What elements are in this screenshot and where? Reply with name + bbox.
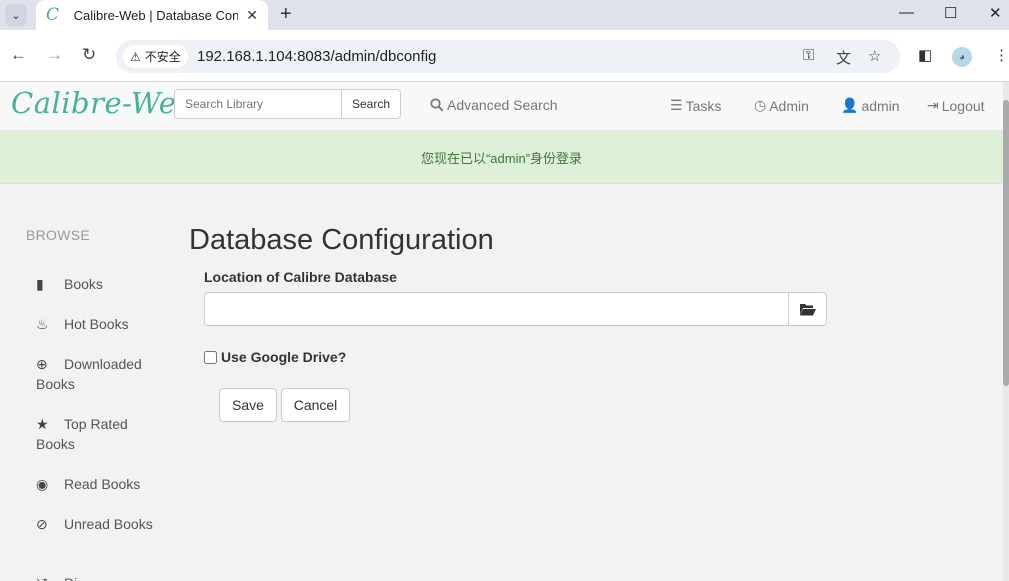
user-label: admin [861,97,900,114]
eye-icon: ◉ [36,476,49,492]
sidebar-item-books[interactable]: ▮ Books [36,274,156,294]
scrollbar-thumb[interactable] [1003,100,1009,386]
random-icon: ⤨ [36,573,64,581]
admin-label: Admin [769,97,809,114]
dashboard-gauge-icon: ◷ [754,97,767,113]
logout-link[interactable]: ⇥ Logout [927,97,985,114]
user-profile-link[interactable]: 👤 admin [841,97,900,114]
more-menu-icon[interactable]: ⋮ [994,46,1009,64]
sidebar-item-top-rated-books[interactable]: ★ Top Rated Books [36,414,156,454]
search-button[interactable]: Search [341,89,401,119]
tasks-link[interactable]: ☰ Tasks [670,97,721,114]
sidebar-item-discover[interactable]: ⤨Di [36,573,156,581]
sidebar-item-label: Read Books [64,476,141,492]
login-success-flash: 您现在已以“admin”身份登录 [0,131,1003,184]
flash-message: 您现在已以“admin”身份登录 [420,150,583,166]
security-label: 不安全 [144,50,181,64]
calibre-db-location-input[interactable] [204,292,789,326]
star-icon: ★ [36,416,49,432]
calibre-web-logo[interactable]: Calibre-Web [11,86,196,120]
tab-title: Calibre-Web | Database Config [73,7,239,23]
eye-slash-icon: ⊘ [36,516,48,532]
browse-folder-button[interactable] [788,292,827,326]
page-title: Database Configuration [189,224,494,256]
address-bar[interactable]: ⚠ 不安全 192.168.1.104:8083/admin/dbconfig … [116,40,900,73]
folder-open-icon [799,304,816,316]
user-icon: 👤 [841,97,859,113]
profile-avatar[interactable]: ◕ [952,47,972,67]
sidebar-browse-heading: BROWSE [26,227,91,243]
fire-icon: ♨ [36,316,49,332]
book-icon: ▮ [36,276,44,292]
cancel-button[interactable]: Cancel [281,388,350,422]
reload-icon[interactable]: ↻ [82,45,96,65]
use-google-drive-option[interactable]: Use Google Drive? [204,349,346,365]
back-arrow-icon[interactable]: ← [10,45,27,65]
password-key-icon[interactable]: ⚿ [803,47,814,64]
advanced-search-link[interactable]: Advanced Search [430,97,558,113]
sidebar-item-unread-books[interactable]: ⊘ Unread Books [36,514,156,534]
translate-icon[interactable]: 文 [836,47,851,68]
sidebar-item-label: Unread Books [64,516,153,532]
warning-triangle-icon: ⚠ [130,49,141,64]
logout-icon: ⇥ [927,97,939,113]
sidebar-item-label: Hot Books [64,316,129,332]
security-chip[interactable]: ⚠ 不安全 [123,45,188,68]
bookmark-star-icon[interactable]: ☆ [868,47,881,65]
forward-arrow-icon[interactable]: → [46,45,63,65]
close-window-icon[interactable]: ✕ [989,4,1002,22]
url-text[interactable]: 192.168.1.104:8083/admin/dbconfig [197,48,436,65]
use-google-drive-checkbox[interactable] [204,350,217,364]
sidebar-item-hot-books[interactable]: ♨ Hot Books [36,314,156,334]
tab-search-chevron-icon[interactable]: ⌄ [5,4,27,26]
maximize-window-icon[interactable]: ☐ [944,4,957,22]
use-google-drive-label: Use Google Drive? [221,349,347,365]
calibre-db-location-label: Location of Calibre Database [204,269,397,285]
search-library-input[interactable] [174,89,342,119]
save-button[interactable]: Save [219,388,277,422]
search-icon [430,98,444,112]
minimize-window-icon[interactable]: — [899,4,914,21]
browser-tabstrip: ⌄ C Calibre-Web | Database Config ✕ + — … [0,0,1009,30]
logout-label: Logout [941,97,985,114]
sidebar-item-read-books[interactable]: ◉ Read Books [36,474,156,494]
side-panel-icon[interactable]: ◧ [918,46,932,64]
close-tab-icon[interactable]: ✕ [246,7,258,24]
advanced-search-label: Advanced Search [447,97,558,113]
download-icon: ⊕ [36,356,48,372]
page-scrollbar[interactable] [1003,82,1009,581]
calibre-favicon-icon: C [46,5,60,25]
browser-toolbar: ← → ↻ ⚠ 不安全 192.168.1.104:8083/admin/dbc… [0,30,1009,82]
browser-tab-active[interactable]: C Calibre-Web | Database Config ✕ [36,0,268,30]
tasks-list-icon: ☰ [670,97,683,113]
sidebar-item-label: Di [64,575,77,581]
tasks-label: Tasks [685,97,722,114]
admin-link[interactable]: ◷ Admin [754,97,809,114]
sidebar-item-label: Books [64,276,103,292]
app-navbar: Calibre-Web Search Advanced Search ☰ Tas… [0,82,1003,131]
new-tab-plus-icon[interactable]: + [280,3,292,26]
sidebar-item-downloaded-books[interactable]: ⊕ Downloaded Books [36,354,156,394]
